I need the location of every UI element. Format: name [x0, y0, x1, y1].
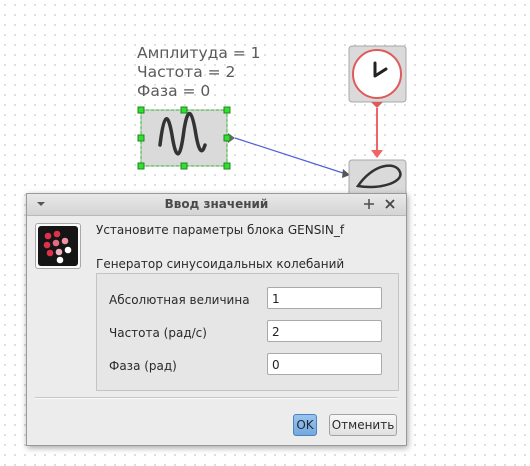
phase-field[interactable]: 0 [267, 353, 382, 375]
gensin-block[interactable] [140, 109, 235, 167]
frequency-field-label: Частота (рад/с) [109, 326, 207, 340]
value-input-dialog: Ввод значений Установите параметры блока… [26, 193, 407, 446]
parameters-panel: Абсолютная величина 1 Частота (рад/с) 2 … [96, 273, 399, 391]
scilab-logo-icon [35, 223, 81, 269]
amplitude-label: Амплитуда = 1 [137, 44, 261, 62]
dialog-prompt: Установите параметры блока GENSIN_f [96, 223, 345, 237]
amplitude-field-label: Абсолютная величина [109, 293, 250, 307]
block-parameters-label: Амплитуда = 1 Частота = 2 Фаза = 0 [137, 44, 261, 101]
dialog-separator [35, 397, 397, 399]
clock-block[interactable] [348, 45, 407, 108]
signal-link [234, 137, 344, 174]
dialog-titlebar[interactable]: Ввод значений [27, 194, 406, 216]
phase-label: Фаза = 0 [137, 82, 211, 100]
close-icon[interactable] [382, 196, 398, 212]
amplitude-field[interactable]: 1 [267, 287, 382, 309]
pin-icon[interactable] [361, 196, 377, 212]
frequency-field[interactable]: 2 [267, 320, 382, 342]
phase-field-label: Фаза (рад) [109, 359, 177, 373]
ok-button[interactable]: OK [293, 414, 317, 436]
dialog-title: Ввод значений [164, 197, 269, 211]
frequency-label: Частота = 2 [137, 63, 236, 81]
block-description: Генератор синусоидальных колебаний [96, 257, 345, 271]
cancel-button[interactable]: Отменить [329, 414, 397, 436]
